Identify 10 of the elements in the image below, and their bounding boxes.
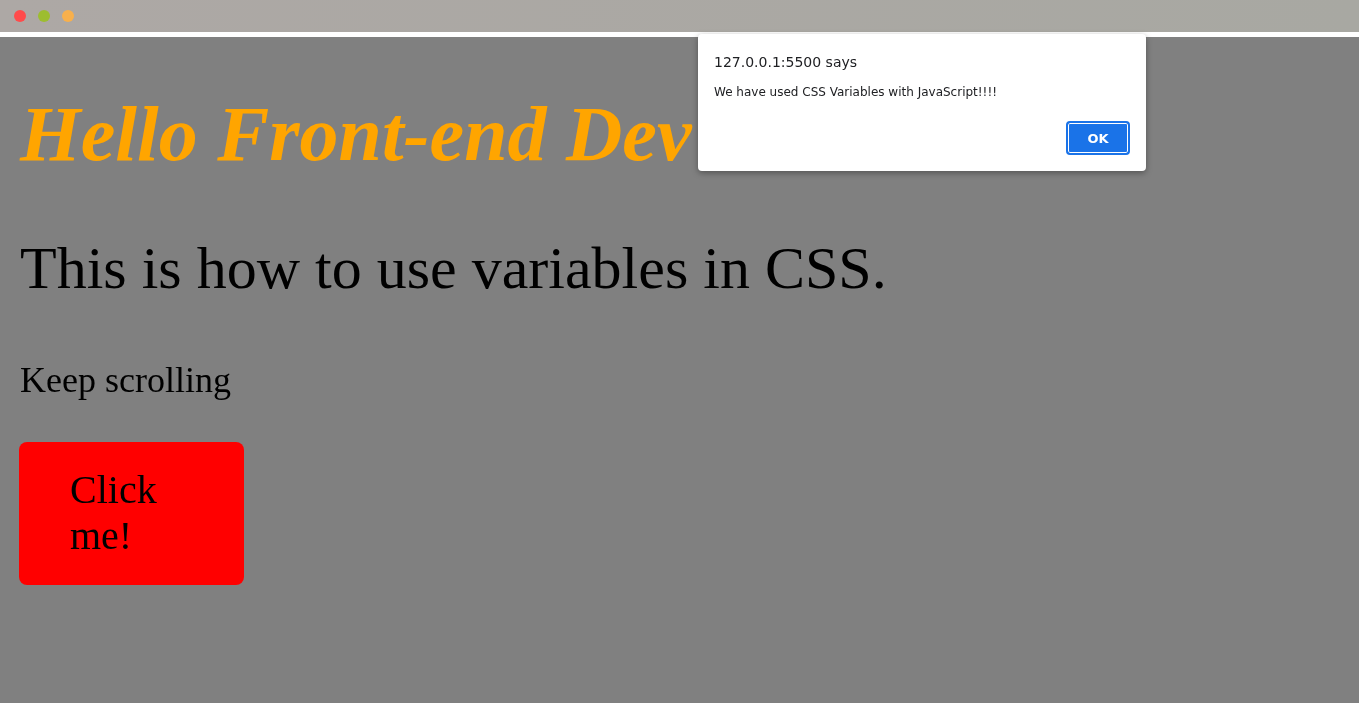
page-heading: Hello Front-end Dev bbox=[20, 90, 692, 177]
minimize-dot-icon[interactable] bbox=[38, 10, 50, 22]
zoom-dot-icon[interactable] bbox=[62, 10, 74, 22]
alert-title: 127.0.0.1:5500 says bbox=[714, 53, 858, 71]
page-subheading: This is how to use variables in CSS. bbox=[20, 234, 887, 303]
paragraph-text: Keep scrolling bbox=[20, 360, 231, 401]
alert-message: We have used CSS Variables with JavaScript!!!! bbox=[714, 84, 998, 100]
close-dot-icon[interactable] bbox=[14, 10, 26, 22]
click-me-button[interactable]: Click me! bbox=[19, 442, 244, 585]
ok-button[interactable]: OK bbox=[1066, 121, 1130, 155]
